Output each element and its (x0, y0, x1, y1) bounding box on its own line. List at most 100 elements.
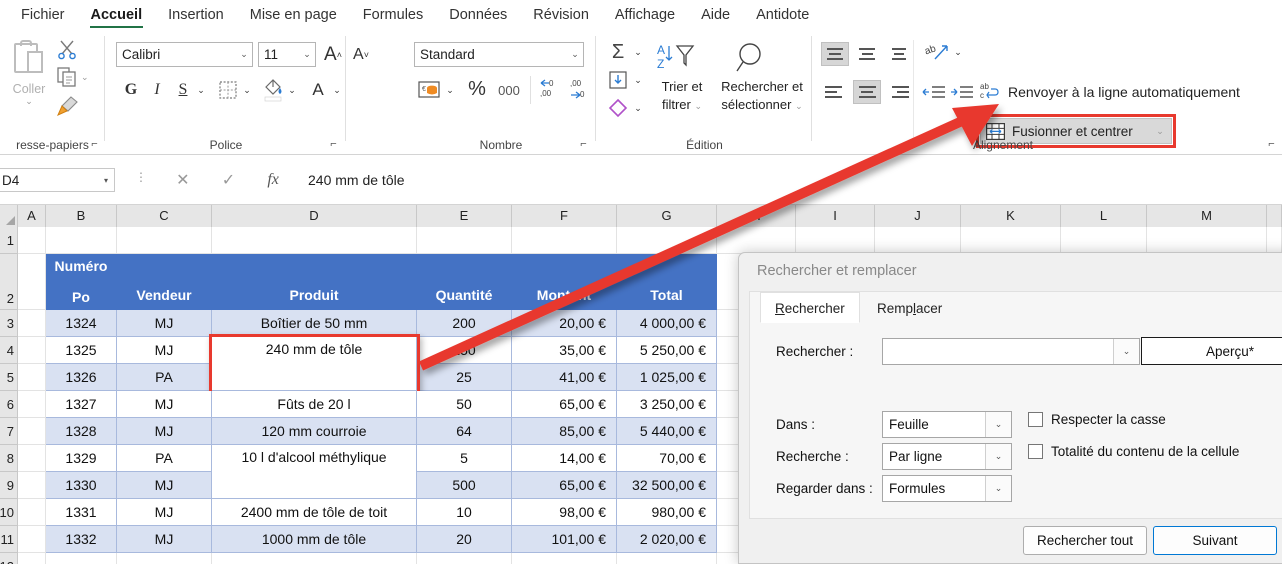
cell-C11[interactable]: MJ (117, 526, 212, 553)
grid-cell[interactable] (18, 553, 46, 564)
select-all-corner[interactable] (0, 205, 18, 227)
merge-center-chevron-icon[interactable]: ⌄ (1149, 126, 1171, 137)
cell-C8[interactable]: PA (117, 445, 212, 472)
grid-cell[interactable] (417, 227, 512, 254)
grid-cell[interactable] (18, 472, 46, 499)
dialog-tab-rechercher[interactable]: Rechercher (760, 292, 860, 323)
align-middle-button[interactable] (853, 42, 881, 66)
underline-chevron-icon[interactable]: ⌄ (194, 82, 208, 98)
cell-G2[interactable]: Total (617, 254, 717, 310)
cell-D6[interactable]: Fûts de 20 l (212, 391, 417, 418)
cell-B11[interactable]: 1332 (46, 526, 117, 553)
cell-C2[interactable]: Vendeur (117, 254, 212, 310)
row-header-5[interactable]: 5 (0, 364, 18, 391)
cell-G4[interactable]: 5 250,00 € (617, 337, 717, 364)
cell-D10[interactable]: 2400 mm de tôle de toit (212, 499, 417, 526)
font-dialog-launcher-icon[interactable]: ⌐ (327, 138, 340, 151)
grid-cell[interactable] (18, 227, 46, 254)
tab-accueil[interactable]: Accueil (78, 0, 156, 30)
find-select-icon[interactable] (730, 40, 770, 74)
cell-G9[interactable]: 32 500,00 € (617, 472, 717, 499)
col-header-E[interactable]: E (417, 205, 512, 227)
cell-F4[interactable]: 35,00 € (512, 337, 617, 364)
col-header-I[interactable]: I (796, 205, 875, 227)
grid-cell[interactable] (117, 553, 212, 564)
fill-color-icon[interactable] (261, 76, 285, 104)
fill-chevron-icon[interactable]: ⌄ (631, 72, 645, 88)
grid-cell[interactable] (18, 418, 46, 445)
chevron-down-icon[interactable]: ⌄ (6, 96, 52, 107)
cell-F10[interactable]: 98,00 € (512, 499, 617, 526)
grid-cell[interactable] (18, 254, 46, 310)
decrease-font-size-icon[interactable]: A ˅ (349, 42, 373, 67)
cell-D7[interactable]: 120 mm courroie (212, 418, 417, 445)
tab-aide[interactable]: Aide (688, 0, 743, 30)
grid-cell[interactable] (212, 227, 417, 254)
clear-icon[interactable] (605, 96, 631, 120)
grid-cell[interactable] (18, 499, 46, 526)
col-header-F[interactable]: F (512, 205, 617, 227)
cell-C9[interactable]: MJ (117, 472, 212, 499)
font-family-combo[interactable]: Calibri ⌄ (116, 42, 253, 67)
formula-input[interactable]: 240 mm de tôle (300, 168, 1282, 192)
row-header-6[interactable]: 6 (0, 391, 18, 418)
increase-font-size-icon[interactable]: A ˄ (321, 42, 345, 67)
cell-B7[interactable]: 1328 (46, 418, 117, 445)
col-header-K[interactable]: K (961, 205, 1061, 227)
bold-button[interactable]: G (120, 78, 142, 102)
grid-cell[interactable] (18, 391, 46, 418)
decrease-decimal-icon[interactable]: ,00 0 (566, 76, 592, 102)
grid-cell[interactable] (796, 227, 875, 254)
col-header-D[interactable]: D (212, 205, 417, 227)
cell-C10[interactable]: MJ (117, 499, 212, 526)
cell-F11[interactable]: 101,00 € (512, 526, 617, 553)
cell-D2[interactable]: Produit (212, 254, 417, 310)
col-header-C[interactable]: C (117, 205, 212, 227)
cell-E2[interactable]: Quantité (417, 254, 512, 310)
grid-cell[interactable] (18, 526, 46, 553)
chevron-down-icon[interactable]: ⌄ (985, 444, 1011, 469)
cancel-icon[interactable]: ✕ (176, 170, 189, 190)
cell-C4[interactable]: MJ (117, 337, 212, 364)
align-top-button[interactable] (821, 42, 849, 66)
chevron-down-icon[interactable]: ⌄ (985, 412, 1011, 437)
col-header-H[interactable]: H (717, 205, 796, 227)
cell-E6[interactable]: 50 (417, 391, 512, 418)
cell-D11[interactable]: 1000 mm de tôle (212, 526, 417, 553)
search-order-select[interactable]: Par ligne ⌄ (882, 443, 1012, 470)
borders-chevron-icon[interactable]: ⌄ (240, 82, 254, 98)
align-right-button[interactable] (885, 80, 913, 104)
cell-G5[interactable]: 1 025,00 € (617, 364, 717, 391)
find-next-button[interactable]: Suivant (1153, 526, 1277, 555)
row-header-3[interactable]: 3 (0, 310, 18, 337)
cell-F8[interactable]: 14,00 € (512, 445, 617, 472)
font-color-chevron-icon[interactable]: ⌄ (330, 82, 344, 98)
grid-cell[interactable] (18, 337, 46, 364)
tab-affichage[interactable]: Affichage (602, 0, 688, 30)
number-dialog-launcher-icon[interactable]: ⌐ (577, 138, 590, 151)
cell-E5[interactable]: 25 (417, 364, 512, 391)
currency-format-icon[interactable]: € (416, 78, 442, 102)
clear-chevron-icon[interactable]: ⌄ (631, 100, 645, 116)
grid-cell[interactable] (961, 227, 1061, 254)
find-replace-dialog[interactable]: Rechercher et remplacer Rechercher Rempl… (738, 252, 1282, 564)
grid-cell[interactable] (117, 227, 212, 254)
grid-cell[interactable] (717, 227, 796, 254)
percent-style-button[interactable]: % (464, 76, 490, 102)
tab-antidote[interactable]: Antidote (743, 0, 822, 30)
find-all-button[interactable]: Rechercher tout (1023, 526, 1147, 555)
cell-F5[interactable]: 41,00 € (512, 364, 617, 391)
row-header-8[interactable]: 8 (0, 445, 18, 472)
cell-C7[interactable]: MJ (117, 418, 212, 445)
look-in-select[interactable]: Formules ⌄ (882, 475, 1012, 502)
cell-B2[interactable]: Numéro Po (46, 254, 117, 310)
cell-B5[interactable]: 1326 (46, 364, 117, 391)
cell-E3[interactable]: 200 (417, 310, 512, 337)
search-input[interactable]: ⌄ (882, 338, 1140, 365)
chevron-down-icon[interactable]: ⌄ (1113, 339, 1139, 364)
col-header-N[interactable] (1267, 205, 1282, 227)
row-header-4[interactable]: 4 (0, 337, 18, 364)
sort-filter-icon[interactable]: AZ (655, 40, 695, 74)
cell-F3[interactable]: 20,00 € (512, 310, 617, 337)
font-color-icon[interactable]: A (306, 76, 330, 104)
